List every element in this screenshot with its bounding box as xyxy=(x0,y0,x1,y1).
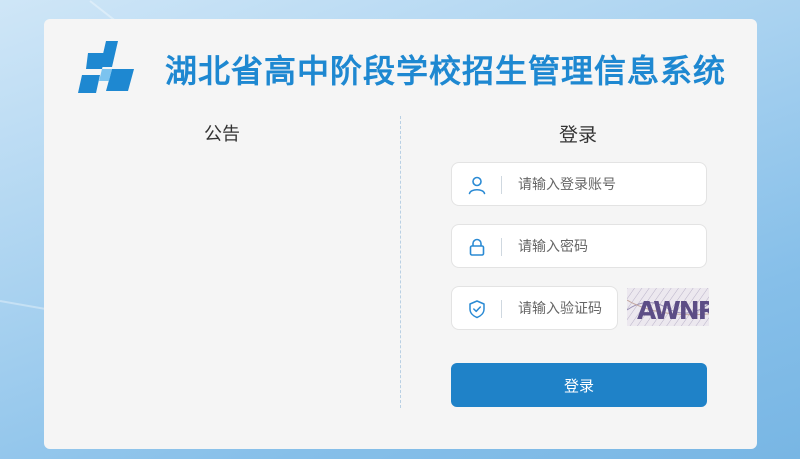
notice-title: 公告 xyxy=(204,124,240,145)
login-card: 湖北省高中阶段学校招生管理信息系统 公告 登录 请输入登录账号 请输入验证码 A… xyxy=(44,19,757,449)
login-title: 登录 xyxy=(559,124,598,146)
lock-icon xyxy=(469,238,485,256)
password-input[interactable] xyxy=(518,236,688,258)
captcha-text: AWNR xyxy=(637,296,709,325)
captcha-input[interactable] xyxy=(518,298,613,320)
captcha-field[interactable] xyxy=(451,286,618,330)
password-field[interactable] xyxy=(451,224,707,268)
field-separator xyxy=(501,176,502,194)
panel-divider xyxy=(400,116,401,408)
shield-check-icon xyxy=(469,300,485,319)
logo-icon xyxy=(78,41,134,93)
username-field[interactable] xyxy=(451,162,707,206)
field-separator xyxy=(501,300,502,318)
field-separator xyxy=(501,238,502,256)
user-icon xyxy=(468,176,486,195)
login-button[interactable]: 登录 xyxy=(451,363,707,407)
username-input[interactable] xyxy=(518,174,688,196)
captcha-image[interactable]: AWNR xyxy=(627,288,709,326)
site-title: 湖北省高中阶段学校招生管理信息系统 xyxy=(165,52,727,90)
